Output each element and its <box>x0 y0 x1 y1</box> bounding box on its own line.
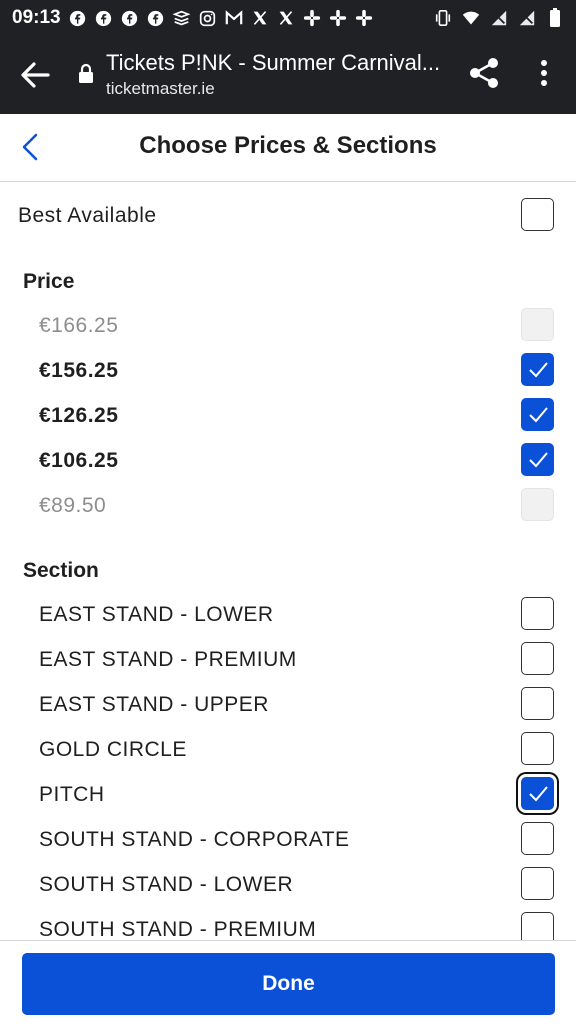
x-icon <box>251 9 269 27</box>
facebook-icon <box>95 9 113 27</box>
slack-icon <box>329 9 347 27</box>
checkmark-icon <box>529 407 548 423</box>
price-option-checkbox[interactable] <box>521 398 554 431</box>
share-icon[interactable] <box>468 56 500 90</box>
price-option-row[interactable]: €126.25 <box>0 396 576 436</box>
section-option-row[interactable]: EAST STAND - UPPER <box>0 685 576 725</box>
battery-icon <box>546 8 564 27</box>
section-option-row[interactable]: EAST STAND - PREMIUM <box>0 640 576 680</box>
price-option-row: €89.50 <box>0 486 576 526</box>
checkmark-icon <box>529 452 548 468</box>
price-option-row[interactable]: €156.25 <box>0 351 576 391</box>
section-option-label: SOUTH STAND - PREMIUM <box>39 918 317 941</box>
price-option-checkbox <box>521 488 554 521</box>
section-heading: Section <box>23 559 99 582</box>
signal-off-icon <box>518 9 536 27</box>
status-bar: 09:13 <box>0 0 576 36</box>
browser-toolbar: Tickets P!NK - Summer Carnival... ticket… <box>0 36 576 114</box>
stack-icon <box>173 9 191 27</box>
section-option-label: SOUTH STAND - CORPORATE <box>39 828 350 851</box>
price-option-label: €156.25 <box>39 359 119 382</box>
back-arrow-icon[interactable] <box>18 58 52 92</box>
price-option-label: €166.25 <box>39 314 119 337</box>
slack-icon <box>355 9 373 27</box>
section-option-label: SOUTH STAND - LOWER <box>39 873 294 896</box>
section-option-label: GOLD CIRCLE <box>39 738 187 761</box>
system-icons <box>434 8 564 27</box>
section-option-checkbox[interactable] <box>521 777 554 810</box>
page-heading: Choose Prices & Sections <box>139 132 437 159</box>
signal-off-icon <box>490 9 508 27</box>
section-option-label: PITCH <box>39 783 105 806</box>
section-option-label: EAST STAND - PREMIUM <box>39 648 297 671</box>
checkmark-icon <box>529 362 548 378</box>
status-time: 09:13 <box>12 7 61 28</box>
price-option-row[interactable]: €106.25 <box>0 441 576 481</box>
section-option-checkbox[interactable] <box>521 867 554 900</box>
checkmark-icon <box>529 786 548 802</box>
best-available-label: Best Available <box>18 204 157 227</box>
facebook-icon <box>121 9 139 27</box>
wifi-icon <box>462 9 480 27</box>
section-option-checkbox[interactable] <box>521 732 554 765</box>
facebook-icon <box>147 9 165 27</box>
price-option-label: €126.25 <box>39 404 119 427</box>
page-title[interactable]: Tickets P!NK - Summer Carnival... <box>106 50 446 76</box>
price-option-label: €106.25 <box>39 449 119 472</box>
price-option-checkbox[interactable] <box>521 443 554 476</box>
section-option-checkbox[interactable] <box>521 597 554 630</box>
best-available-row[interactable]: Best Available <box>0 196 576 236</box>
section-option-row[interactable]: PITCH <box>0 775 576 815</box>
footer-bar: Done <box>0 940 576 1024</box>
price-option-label: €89.50 <box>39 494 107 517</box>
done-button[interactable]: Done <box>22 953 555 1015</box>
facebook-icon <box>69 9 87 27</box>
section-option-label: EAST STAND - LOWER <box>39 603 274 626</box>
best-available-checkbox[interactable] <box>521 198 554 231</box>
section-option-row[interactable]: GOLD CIRCLE <box>0 730 576 770</box>
lock-icon <box>79 63 93 83</box>
price-option-checkbox[interactable] <box>521 353 554 386</box>
vibrate-icon <box>434 9 452 27</box>
section-option-row[interactable]: SOUTH STAND - LOWER <box>0 865 576 905</box>
section-option-row[interactable]: EAST STAND - LOWER <box>0 595 576 635</box>
more-vert-icon[interactable] <box>534 58 554 88</box>
gmail-icon <box>225 9 243 27</box>
notification-icons <box>69 9 373 27</box>
section-option-checkbox[interactable] <box>521 822 554 855</box>
price-heading: Price <box>23 270 75 293</box>
section-option-row[interactable]: SOUTH STAND - CORPORATE <box>0 820 576 860</box>
section-option-checkbox[interactable] <box>521 687 554 720</box>
price-option-row: €166.25 <box>0 306 576 346</box>
url-domain[interactable]: ticketmaster.ie <box>106 79 215 99</box>
instagram-icon <box>199 9 217 27</box>
section-option-checkbox[interactable] <box>521 642 554 675</box>
page-header: Choose Prices & Sections <box>0 114 576 182</box>
slack-icon <box>303 9 321 27</box>
x-icon <box>277 9 295 27</box>
section-option-label: EAST STAND - UPPER <box>39 693 269 716</box>
price-option-checkbox <box>521 308 554 341</box>
